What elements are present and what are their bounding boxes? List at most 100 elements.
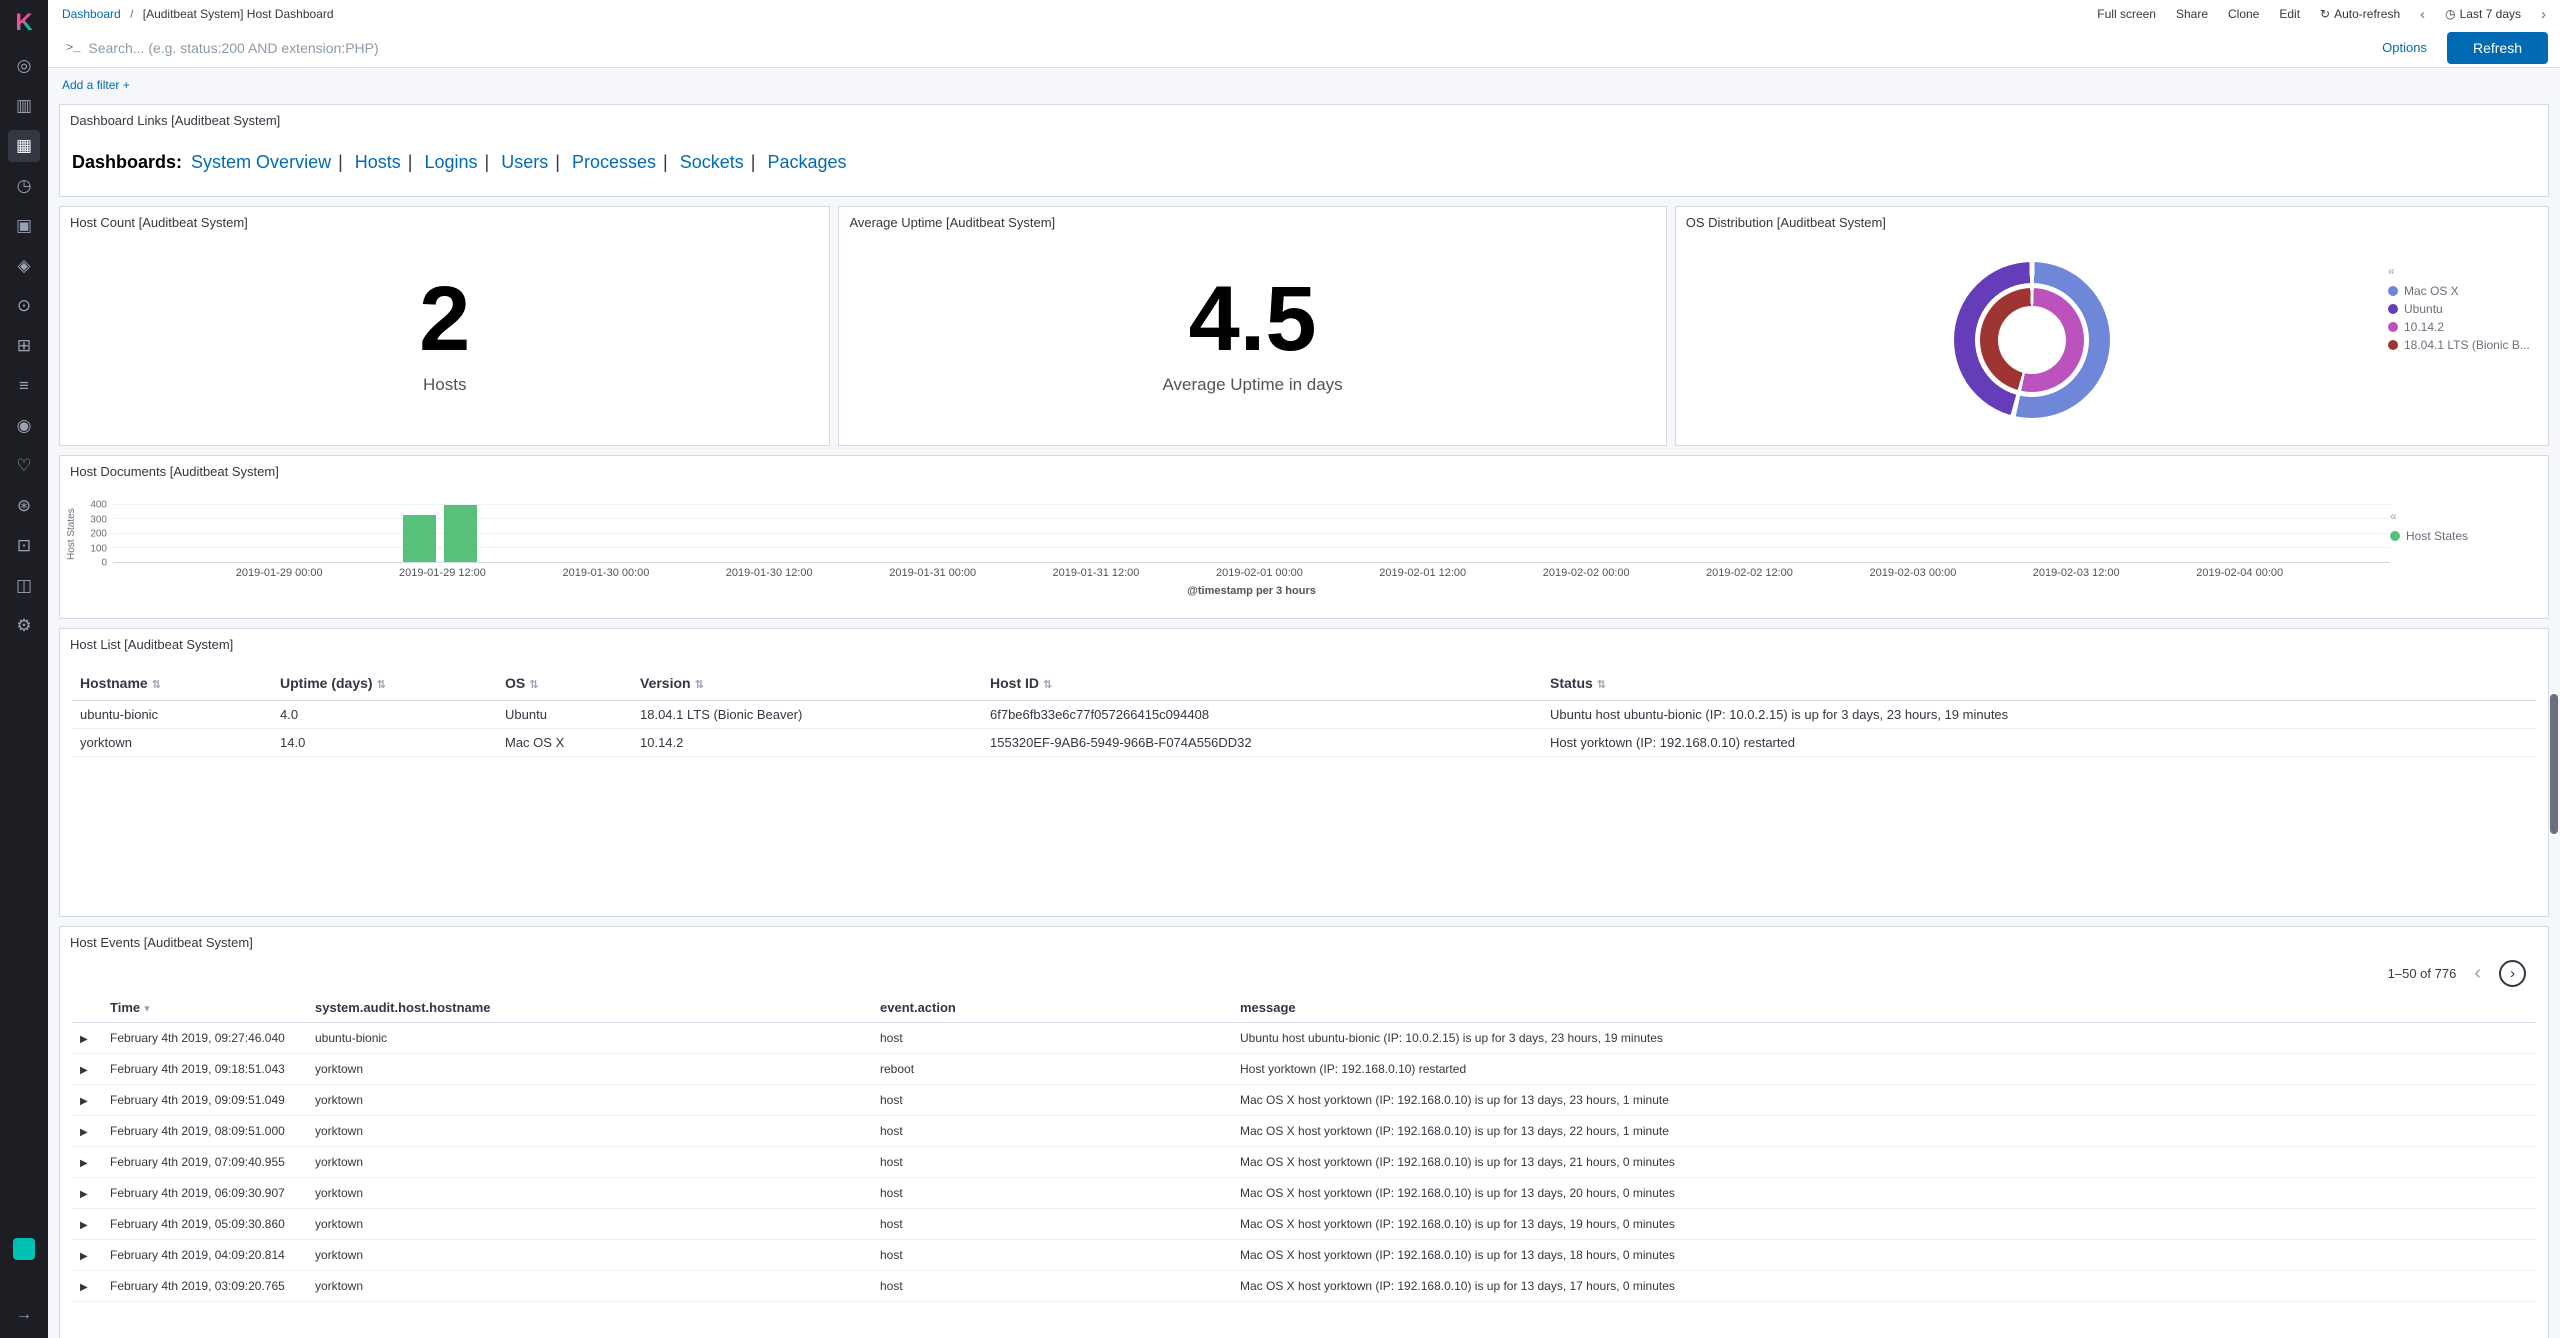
column-header-message[interactable]: message xyxy=(1232,993,2536,1023)
bar-2019-01-29-1200[interactable] xyxy=(444,505,477,562)
column-header-expand xyxy=(72,993,102,1023)
sidebar-item-visualize[interactable]: ▥ xyxy=(0,86,48,126)
legend-item-18-04-1[interactable]: 18.04.1 LTS (Bionic B... xyxy=(2388,338,2548,352)
expand-row-icon[interactable]: ▶ xyxy=(80,1189,88,1200)
message-cell: Ubuntu host ubuntu-bionic (IP: 10.0.2.15… xyxy=(1232,1023,2536,1054)
breadcrumb-dashboard-link[interactable]: Dashboard xyxy=(62,7,121,21)
sidebar-item-timelion[interactable]: ◷ xyxy=(0,166,48,206)
table-row[interactable]: ubuntu-bionic 4.0 Ubuntu 18.04.1 LTS (Bi… xyxy=(72,701,2536,729)
expand-row-icon[interactable]: ▶ xyxy=(80,1096,88,1107)
clone-button[interactable]: Clone xyxy=(2228,7,2259,21)
edit-button[interactable]: Edit xyxy=(2279,7,2300,21)
os-cell: Ubuntu xyxy=(497,701,632,729)
hostname-cell: yorktown xyxy=(307,1147,872,1178)
expand-row-icon[interactable]: ▶ xyxy=(80,1220,88,1231)
table-row[interactable]: ▶ February 4th 2019, 05:09:30.860 yorkto… xyxy=(72,1209,2536,1240)
column-header-event-action[interactable]: event.action xyxy=(872,993,1232,1023)
legend-item-ubuntu[interactable]: Ubuntu xyxy=(2388,302,2548,316)
x-tick: 2019-01-29 00:00 xyxy=(236,567,323,579)
page-scrollbar[interactable] xyxy=(2550,694,2558,834)
add-filter-link[interactable]: Add a filter + xyxy=(62,78,130,92)
table-row[interactable]: ▶ February 4th 2019, 09:27:46.040 ubuntu… xyxy=(72,1023,2536,1054)
pagination-prev-button[interactable]: ‹ xyxy=(2470,962,2485,985)
link-packages[interactable]: Packages xyxy=(767,152,846,172)
sidebar-item-maps[interactable]: ◈ xyxy=(0,246,48,286)
y-axis-title: Host States xyxy=(66,505,77,563)
breadcrumb-separator: / xyxy=(130,7,133,21)
os-donut-chart[interactable] xyxy=(1954,262,2110,418)
canvas-icon: ▣ xyxy=(16,216,32,236)
dashboard-links-line: Dashboards: System Overview| Hosts| Logi… xyxy=(60,132,2548,173)
column-header-hostname[interactable]: Hostname⇅ xyxy=(72,666,272,701)
column-header-host-id[interactable]: Host ID⇅ xyxy=(982,666,1542,701)
column-header-status[interactable]: Status⇅ xyxy=(1542,666,2536,701)
sidebar-item-uptime[interactable]: ♡ xyxy=(0,446,48,486)
pagination-count: 1–50 of 776 xyxy=(2388,966,2457,981)
expand-row-icon[interactable]: ▶ xyxy=(80,1127,88,1138)
expand-row-icon[interactable]: ▶ xyxy=(80,1065,88,1076)
sidebar-item-infrastructure[interactable]: ⊞ xyxy=(0,326,48,366)
time-forward-button[interactable]: › xyxy=(2541,6,2546,23)
expand-row-icon[interactable]: ▶ xyxy=(80,1251,88,1262)
sidebar-item-graph[interactable]: ⊛ xyxy=(0,486,48,526)
sidebar-item-management[interactable]: ⚙ xyxy=(0,606,48,646)
expand-row-icon[interactable]: ▶ xyxy=(80,1282,88,1293)
y-tick: 300 xyxy=(90,514,107,525)
legend-dot xyxy=(2388,286,2398,296)
link-system-overview[interactable]: System Overview xyxy=(191,152,331,172)
column-header-hostname[interactable]: system.audit.host.hostname xyxy=(307,993,872,1023)
column-header-uptime[interactable]: Uptime (days)⇅ xyxy=(272,666,497,701)
sidebar-item-monitoring[interactable]: ◫ xyxy=(0,566,48,606)
legend-item-host-states[interactable]: Host States xyxy=(2390,529,2540,543)
sidebar-item-discover[interactable]: ◎ xyxy=(0,46,48,86)
hostname-cell: yorktown xyxy=(307,1085,872,1116)
query-options-link[interactable]: Options xyxy=(2382,40,2427,55)
share-button[interactable]: Share xyxy=(2176,7,2208,21)
full-screen-button[interactable]: Full screen xyxy=(2097,7,2156,21)
sidebar-item-logs[interactable]: ≡ xyxy=(0,366,48,406)
top-chrome: Dashboard / [Auditbeat System] Host Dash… xyxy=(48,0,2560,28)
sidebar-item-machine-learning[interactable]: ⊙ xyxy=(0,286,48,326)
table-row[interactable]: ▶ February 4th 2019, 04:09:20.814 yorkto… xyxy=(72,1240,2536,1271)
expand-row-icon[interactable]: ▶ xyxy=(80,1034,88,1045)
filter-bar: Add a filter + xyxy=(48,68,2560,96)
refresh-button[interactable]: Refresh xyxy=(2447,32,2548,64)
link-processes[interactable]: Processes xyxy=(572,152,656,172)
status-badge[interactable] xyxy=(13,1238,35,1260)
time-back-button[interactable]: ‹ xyxy=(2420,6,2425,23)
link-users[interactable]: Users xyxy=(501,152,548,172)
link-logins[interactable]: Logins xyxy=(425,152,478,172)
nav-expand-icon[interactable]: → xyxy=(0,1306,48,1324)
kibana-logo[interactable]: K xyxy=(0,0,48,46)
table-row[interactable]: ▶ February 4th 2019, 08:09:51.000 yorkto… xyxy=(72,1116,2536,1147)
bar-2019-01-29-0900[interactable] xyxy=(403,515,436,562)
os-distribution-chart: « Mac OS X Ubuntu 10.14.2 xyxy=(1676,234,2548,445)
link-sockets[interactable]: Sockets xyxy=(680,152,744,172)
table-row[interactable]: ▶ February 4th 2019, 07:09:40.955 yorkto… xyxy=(72,1147,2536,1178)
auto-refresh-button[interactable]: ↻Auto-refresh xyxy=(2320,7,2400,21)
panel-host-list: Host List [Auditbeat System] Hostname⇅ U… xyxy=(59,628,2549,917)
column-header-version[interactable]: Version⇅ xyxy=(632,666,982,701)
table-row[interactable]: ▶ February 4th 2019, 09:18:51.043 yorkto… xyxy=(72,1054,2536,1085)
link-hosts[interactable]: Hosts xyxy=(355,152,401,172)
event-action-cell: reboot xyxy=(872,1054,1232,1085)
sidebar-item-dashboard[interactable]: ▦ xyxy=(0,126,48,166)
legend-item-mac-os-x[interactable]: Mac OS X xyxy=(2388,284,2548,298)
sidebar-item-canvas[interactable]: ▣ xyxy=(0,206,48,246)
avg-uptime-value: 4.5 xyxy=(1189,273,1317,365)
table-row[interactable]: ▶ February 4th 2019, 06:09:30.907 yorkto… xyxy=(72,1178,2536,1209)
table-row[interactable]: yorktown 14.0 Mac OS X 10.14.2 155320EF-… xyxy=(72,729,2536,757)
legend-item-10-14-2[interactable]: 10.14.2 xyxy=(2388,320,2548,334)
column-header-time[interactable]: Time▾ xyxy=(102,993,307,1023)
legend-toggle-icon[interactable]: « xyxy=(2388,264,2395,278)
sidebar-item-dev-tools[interactable]: ⊡ xyxy=(0,526,48,566)
time-picker-button[interactable]: ◷Last 7 days xyxy=(2445,7,2521,21)
expand-row-icon[interactable]: ▶ xyxy=(80,1158,88,1169)
search-input[interactable] xyxy=(88,40,2382,56)
table-row[interactable]: ▶ February 4th 2019, 09:09:51.049 yorkto… xyxy=(72,1085,2536,1116)
column-header-os[interactable]: OS⇅ xyxy=(497,666,632,701)
legend-toggle-icon[interactable]: « xyxy=(2390,509,2397,523)
pagination-next-button[interactable]: › xyxy=(2499,960,2526,987)
sidebar-item-apm[interactable]: ◉ xyxy=(0,406,48,446)
table-row[interactable]: ▶ February 4th 2019, 03:09:20.765 yorkto… xyxy=(72,1271,2536,1302)
